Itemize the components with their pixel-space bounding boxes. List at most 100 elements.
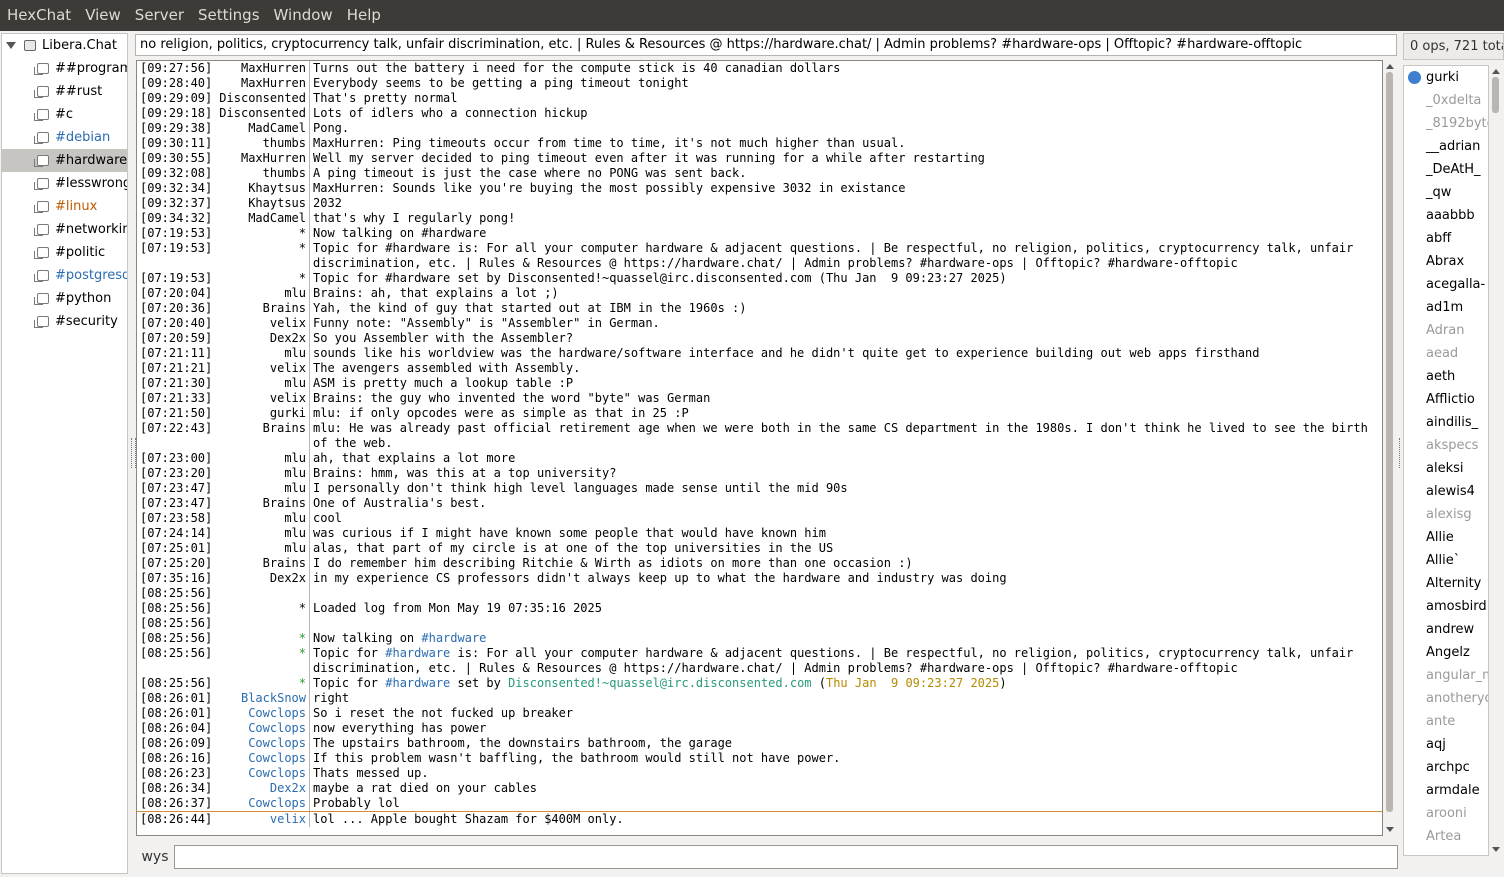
user-item[interactable]: aleksi [1404, 457, 1488, 480]
user-item[interactable]: armdale [1404, 779, 1488, 802]
nick-label[interactable]: Khaytsus [212, 181, 310, 196]
user-item[interactable]: acegalla- [1404, 273, 1488, 296]
nick-label[interactable]: mlu [212, 541, 310, 556]
user-item[interactable]: Alternity [1404, 572, 1488, 595]
channel-item[interactable]: #postgresq [2, 264, 127, 287]
nick-label[interactable]: Cowclops [212, 736, 310, 751]
nick-label[interactable]: mlu [212, 511, 310, 526]
expand-arrow-icon[interactable] [6, 42, 16, 49]
user-item[interactable]: _DeAtH_ [1404, 158, 1488, 181]
nick-label[interactable]: Cowclops [212, 721, 310, 736]
channel-item[interactable]: ##programm [2, 57, 127, 80]
nick-label[interactable] [212, 586, 310, 601]
topic-bar[interactable]: no religion, politics, cryptocurrency ta… [135, 34, 1397, 56]
user-item[interactable]: _0xdelta [1404, 89, 1488, 112]
nick-label[interactable] [212, 616, 310, 631]
nick-label[interactable]: MadCamel [212, 121, 310, 136]
user-item[interactable]: alexisg [1404, 503, 1488, 526]
channel-item[interactable]: #networkin [2, 218, 127, 241]
user-item[interactable]: aaabbb [1404, 204, 1488, 227]
nick-label[interactable]: Khaytsus [212, 196, 310, 211]
nick-label[interactable]: velix [212, 316, 310, 331]
user-item[interactable]: _8192byte [1404, 112, 1488, 135]
nick-label[interactable]: Cowclops [212, 766, 310, 781]
channel-item[interactable]: #linux [2, 195, 127, 218]
nick-label[interactable]: mlu [212, 286, 310, 301]
user-item[interactable]: alewis4 [1404, 480, 1488, 503]
userlist-scrollbar[interactable] [1490, 65, 1502, 856]
channel-item[interactable]: #security [2, 310, 127, 333]
menu-window[interactable]: Window [267, 0, 340, 31]
pane-grip-left[interactable] [131, 438, 136, 468]
user-item[interactable]: anotheryo [1404, 687, 1488, 710]
nick-label[interactable]: mlu [212, 466, 310, 481]
channel-item[interactable]: #python [2, 287, 127, 310]
user-item[interactable]: _qw [1404, 181, 1488, 204]
nick-label[interactable]: gurki [212, 406, 310, 421]
nick-label[interactable]: Brains [212, 556, 310, 571]
user-item[interactable]: Allie` [1404, 549, 1488, 572]
scroll-down-icon[interactable] [1492, 847, 1500, 852]
nick-label[interactable]: * [212, 226, 310, 241]
scroll-up-icon[interactable] [1492, 69, 1500, 74]
nick-label[interactable]: * [212, 676, 310, 691]
menu-help[interactable]: Help [340, 0, 388, 31]
nick-label[interactable]: mlu [212, 376, 310, 391]
nick-label[interactable]: MaxHurren [212, 61, 310, 76]
nick-label[interactable]: velix [212, 391, 310, 406]
chat-buffer[interactable]: [09:27:56] MaxHurren Turns out the battery… [136, 60, 1383, 836]
user-item[interactable]: amosbird [1404, 595, 1488, 618]
user-item[interactable]: Afflictio [1404, 388, 1488, 411]
user-item[interactable]: Angelz [1404, 641, 1488, 664]
nick-label[interactable]: BlackSnow [212, 691, 310, 706]
user-item[interactable]: Artea [1404, 825, 1488, 848]
user-list[interactable]: gurki _0xdelta _8192byte __adrian _DeAtH_ _qw… [1403, 65, 1489, 856]
message-input[interactable] [174, 845, 1398, 869]
nick-label[interactable]: mlu [212, 526, 310, 541]
chat-scrollbar[interactable] [1384, 60, 1396, 836]
user-item[interactable]: aeth [1404, 365, 1488, 388]
nick-label[interactable]: * [212, 631, 310, 646]
user-item[interactable]: ad1m [1404, 296, 1488, 319]
userlist-scroll-thumb[interactable] [1492, 77, 1499, 113]
nick-label[interactable]: mlu [212, 481, 310, 496]
user-item[interactable]: andrew [1404, 618, 1488, 641]
user-item[interactable]: archpc [1404, 756, 1488, 779]
nick-label[interactable]: Cowclops [212, 796, 310, 811]
nick-label[interactable]: * [212, 601, 310, 616]
user-item[interactable]: ante [1404, 710, 1488, 733]
nick-label[interactable]: Brains [212, 496, 310, 511]
user-item[interactable]: Abrax [1404, 250, 1488, 273]
network-row[interactable]: Libera.Chat [2, 34, 127, 57]
nick-button[interactable]: wys [136, 849, 174, 865]
nick-label[interactable]: * [212, 271, 310, 286]
nick-label[interactable]: Dex2x [212, 331, 310, 346]
scroll-up-icon[interactable] [1386, 64, 1394, 69]
user-item[interactable]: akspecs [1404, 434, 1488, 457]
nick-label[interactable]: MadCamel [212, 211, 310, 226]
nick-label[interactable]: * [212, 241, 310, 271]
user-item[interactable]: angular_m [1404, 664, 1488, 687]
nick-label[interactable]: Dex2x [212, 781, 310, 796]
channel-item[interactable]: #politic [2, 241, 127, 264]
user-item[interactable]: __adrian [1404, 135, 1488, 158]
channel-item[interactable]: #debian [2, 126, 127, 149]
menu-settings[interactable]: Settings [191, 0, 267, 31]
nick-label[interactable]: Dex2x [212, 571, 310, 586]
nick-label[interactable]: velix [212, 361, 310, 376]
channel-item[interactable]: #c [2, 103, 127, 126]
nick-label[interactable]: Disconsented [212, 106, 310, 121]
menu-hexchat[interactable]: HexChat [0, 0, 78, 31]
nick-label[interactable]: Cowclops [212, 706, 310, 721]
user-item[interactable]: abff [1404, 227, 1488, 250]
user-item[interactable]: aindilis_ [1404, 411, 1488, 434]
user-item[interactable]: gurki [1404, 66, 1488, 89]
menu-view[interactable]: View [78, 0, 128, 31]
channel-item[interactable]: #lesswrong [2, 172, 127, 195]
nick-label[interactable]: Brains [212, 301, 310, 316]
menu-server[interactable]: Server [128, 0, 191, 31]
nick-label[interactable]: Cowclops [212, 751, 310, 766]
user-item[interactable]: Adran [1404, 319, 1488, 342]
channel-item[interactable]: ##rust [2, 80, 127, 103]
channel-item[interactable]: #hardware [2, 149, 127, 172]
